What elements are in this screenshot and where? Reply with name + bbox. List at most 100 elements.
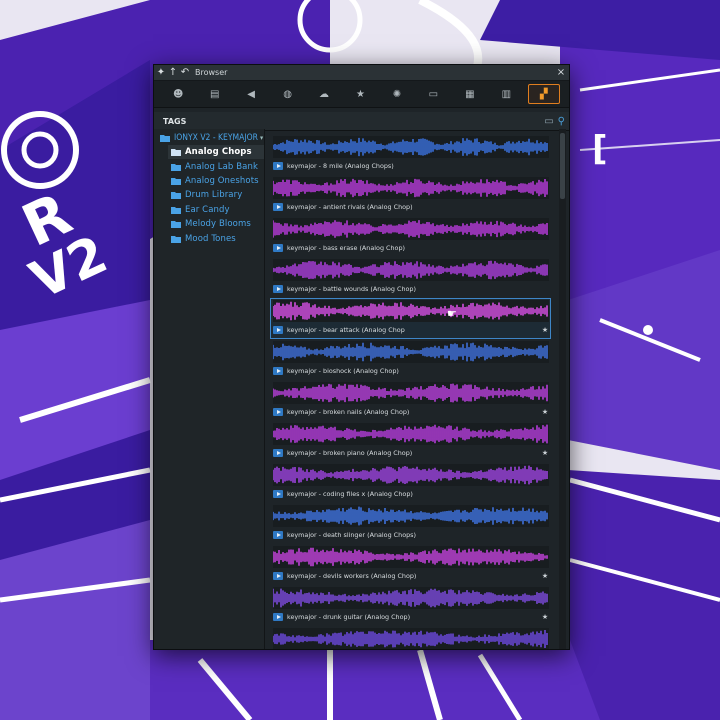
tree-item[interactable]: Drum Library (168, 188, 264, 202)
up-arrow-icon[interactable]: ↑ (168, 65, 178, 80)
sample-name: keymajor - bass erase (Analog Chop) (287, 243, 406, 252)
play-icon[interactable] (273, 448, 283, 457)
folder-icon[interactable]: ▭ (418, 85, 448, 103)
tree-root[interactable]: IONYX V2 - KEYMAJOR ▾ (154, 131, 264, 145)
window-title: Browser (195, 68, 228, 77)
sample-name: keymajor - 8 mile (Analog Chops) (287, 161, 394, 170)
tree-item[interactable]: Analog Chops (168, 145, 264, 160)
play-icon[interactable] (273, 284, 283, 293)
folder-icon (171, 235, 181, 243)
waveform[interactable] (272, 218, 549, 240)
sample-item[interactable]: keymajor - broken piano (Analog Chop) ★ (271, 422, 550, 461)
favorite-star-icon[interactable]: ★ (541, 326, 549, 334)
scrollbar-thumb[interactable] (560, 133, 565, 199)
waveform[interactable] (272, 505, 549, 527)
caret-down-icon[interactable]: ▾ (260, 134, 263, 142)
search-icon[interactable]: ⚲ (558, 116, 565, 127)
tree-item-label: Ear Candy (185, 204, 230, 215)
plugin-icon[interactable]: ✺ (382, 85, 412, 103)
sample-item[interactable]: keymajor - death slinger (Analog Chops) (271, 504, 550, 543)
sample-name: keymajor - bioshock (Analog Chop) (287, 366, 399, 375)
waveform[interactable] (272, 136, 549, 158)
sample-item[interactable]: keymajor - devils workers (Analog Chop) ★ (271, 545, 550, 584)
tree-item-label: Analog Lab Bank (185, 161, 258, 172)
favorite-star-icon[interactable]: ★ (541, 408, 549, 416)
title-bar: ✦ ↑ ↶ Browser × (154, 65, 569, 81)
play-icon[interactable] (273, 202, 283, 211)
sample-item[interactable]: keymajor - antient rivals (Analog Chop) (271, 176, 550, 215)
waveform[interactable] (272, 423, 549, 445)
sample-item[interactable]: keymajor - coding files x (Analog Chop) (271, 463, 550, 502)
waveform[interactable] (272, 341, 549, 363)
favorite-star-icon[interactable]: ★ (541, 572, 549, 580)
tree-item[interactable]: Analog Oneshots (168, 174, 264, 188)
sample-name: keymajor - drunk guitar (Analog Chop) (287, 612, 411, 621)
close-button[interactable]: × (555, 67, 567, 78)
film-icon[interactable]: ▦ (455, 85, 485, 103)
tags-label: TAGS (163, 116, 187, 126)
sample-name: keymajor - broken piano (Analog Chop) (287, 448, 413, 457)
sample-name: keymajor - coding files x (Analog Chop) (287, 489, 413, 498)
play-icon[interactable] (273, 366, 283, 375)
favorite-star-icon[interactable]: ★ (541, 613, 549, 621)
waveform[interactable] (272, 177, 549, 199)
folder-icon (171, 163, 181, 171)
sample-item[interactable] (271, 627, 550, 649)
sample-name: keymajor - battle wounds (Analog Chop) (287, 284, 416, 293)
sample-name: keymajor - antient rivals (Analog Chop) (287, 202, 413, 211)
document-icon[interactable]: ▤ (200, 85, 230, 103)
hand-cursor-icon: ☛ (447, 307, 457, 320)
folder-icon (171, 177, 181, 185)
speaker-icon[interactable]: ◀ (236, 85, 266, 103)
sample-name: keymajor - bear attack (Analog Chop (287, 325, 405, 334)
tree-item[interactable]: Ear Candy (168, 203, 264, 217)
sample-item[interactable]: keymajor - bioshock (Analog Chop) (271, 340, 550, 379)
play-icon[interactable] (273, 243, 283, 252)
waveform[interactable] (272, 587, 549, 609)
sample-name: keymajor - broken nails (Analog Chop) (287, 407, 410, 416)
waveform[interactable] (272, 259, 549, 281)
sample-item[interactable]: keymajor - bear attack (Analog Chop ★ ☛ (270, 298, 551, 339)
tree-item[interactable]: Analog Lab Bank (168, 159, 264, 173)
folder-icon[interactable]: ▭ (544, 116, 553, 127)
waveform[interactable] (272, 464, 549, 486)
sample-item[interactable]: keymajor - bass erase (Analog Chop) (271, 217, 550, 256)
play-icon[interactable] (273, 489, 283, 498)
play-icon[interactable] (273, 407, 283, 416)
sample-item[interactable]: keymajor - broken nails (Analog Chop) ★ (271, 381, 550, 420)
waveform[interactable] (272, 546, 549, 568)
sample-list: keymajor - 8 mile (Analog Chops) keymajor… (267, 129, 556, 649)
play-icon[interactable] (273, 530, 283, 539)
favorite-star-icon[interactable]: ★ (541, 449, 549, 457)
play-icon[interactable] (273, 571, 283, 580)
pin-icon[interactable]: ✦ (156, 65, 166, 80)
waveform[interactable] (272, 628, 549, 649)
waveform[interactable] (272, 300, 549, 322)
smiley-icon[interactable]: ☻ (163, 85, 193, 103)
tree-item-label: Analog Chops (185, 147, 252, 158)
back-icon[interactable]: ↶ (180, 65, 190, 80)
sample-name: keymajor - death slinger (Analog Chops) (287, 530, 416, 539)
star-icon[interactable]: ★ (345, 85, 375, 103)
tree-item[interactable]: Melody Blooms (168, 217, 264, 231)
globe-icon[interactable]: ◍ (273, 85, 303, 103)
folder-icon (160, 134, 170, 142)
play-icon[interactable] (273, 161, 283, 170)
grid-icon[interactable]: ▞ (527, 84, 560, 104)
play-icon[interactable] (273, 325, 283, 334)
waveform[interactable] (272, 382, 549, 404)
sample-name: keymajor - devils workers (Analog Chop) (287, 571, 417, 580)
play-icon[interactable] (273, 612, 283, 621)
cloud-icon[interactable]: ☁ (309, 85, 339, 103)
tree-item-label: Melody Blooms (185, 219, 251, 230)
scrollbar[interactable] (559, 129, 566, 649)
sample-item[interactable]: keymajor - 8 mile (Analog Chops) (271, 135, 550, 174)
svg-text:[: [ (592, 129, 608, 169)
sample-item[interactable]: keymajor - battle wounds (Analog Chop) (271, 258, 550, 297)
tree-item[interactable]: Mood Tones (168, 231, 264, 245)
sample-item[interactable]: keymajor - drunk guitar (Analog Chop) ★ (271, 586, 550, 625)
keyboard-icon[interactable]: ▥ (491, 85, 521, 103)
tree-item-label: Mood Tones (185, 233, 236, 244)
tree-item-label: Analog Oneshots (185, 175, 259, 186)
folder-tree: IONYX V2 - KEYMAJOR ▾ Analog Chops Analog… (154, 129, 265, 649)
